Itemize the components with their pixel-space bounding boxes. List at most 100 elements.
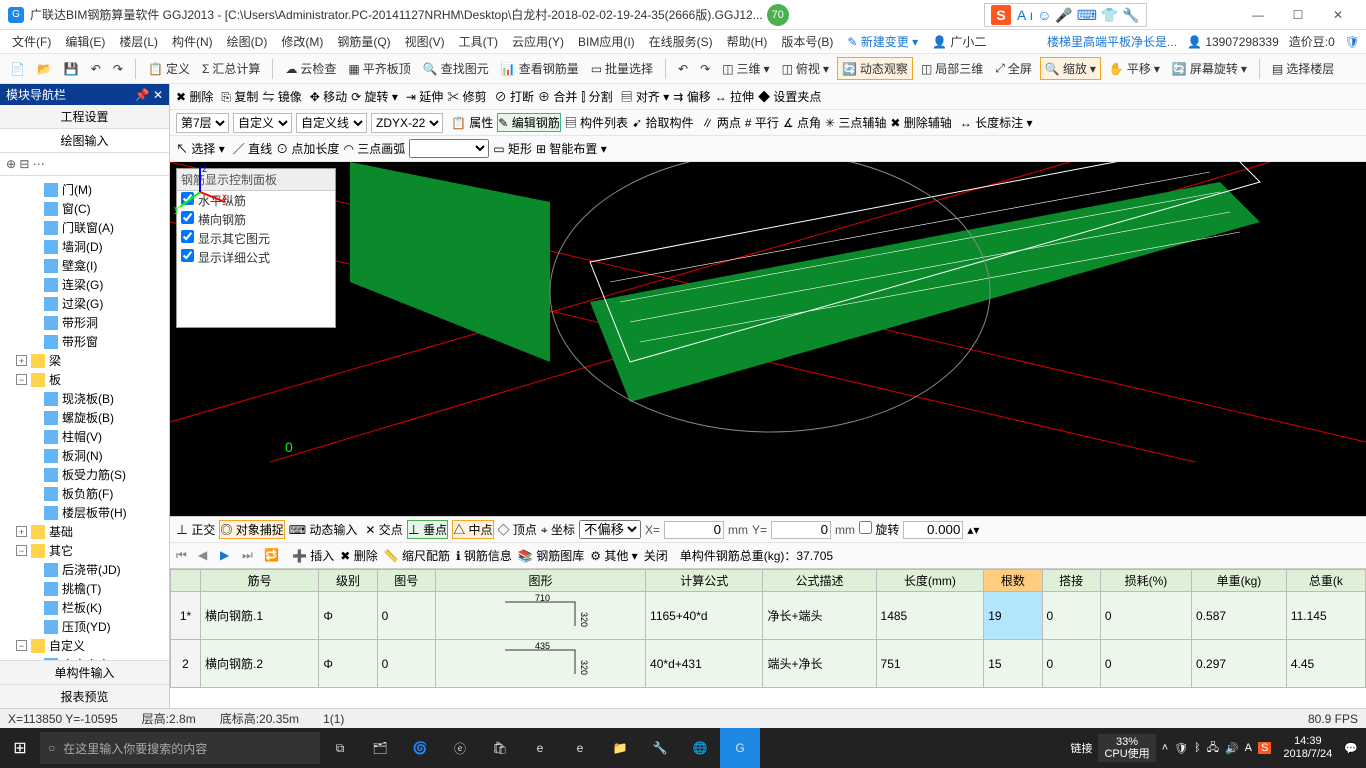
menu-help[interactable]: 帮助(H) bbox=[721, 31, 774, 52]
tree-item[interactable]: 墙洞(D) bbox=[2, 237, 167, 256]
taskbar-search[interactable]: ○ 在这里输入你要搜索的内容 bbox=[40, 732, 320, 764]
tray-notif-icon[interactable]: 💬 bbox=[1344, 742, 1358, 755]
zoom-button[interactable]: 🔍 缩放 ▾ bbox=[1040, 57, 1101, 80]
rebar-table-wrap[interactable]: 筋号级别图号图形计算公式公式描述长度(mm)根数搭接损耗(%)单重(kg)总重(… bbox=[170, 568, 1366, 708]
snap-vertex[interactable]: ◇ 顶点 bbox=[498, 521, 537, 538]
tree-item[interactable]: 板洞(N) bbox=[2, 446, 167, 465]
task-view-icon[interactable]: ⧉ bbox=[320, 728, 360, 768]
component-list-button[interactable]: ▤ 构件列表 bbox=[565, 114, 628, 131]
row-close[interactable]: 关闭 bbox=[644, 547, 668, 564]
tray-ime-icon[interactable]: S bbox=[1258, 742, 1271, 754]
rotate-stepper-icon[interactable]: ▴▾ bbox=[967, 523, 979, 537]
tray-cpu[interactable]: 33%CPU使用 bbox=[1098, 734, 1155, 762]
arc3-tool[interactable]: ◠ 三点画弧 bbox=[343, 140, 405, 157]
col-header[interactable]: 计算公式 bbox=[646, 570, 763, 592]
expand-icon[interactable]: + bbox=[16, 355, 27, 366]
expand-icon[interactable]: + bbox=[16, 526, 27, 537]
col-header[interactable]: 搭接 bbox=[1042, 570, 1100, 592]
ime-glyphs[interactable]: A ı ☺ 🎤 ⌨ 👕 🔧 bbox=[1017, 7, 1140, 24]
rotate-input[interactable] bbox=[903, 521, 963, 539]
table-row[interactable]: 1*横向钢筋.1Φ07103201165+40*d净长+端头148519000.… bbox=[171, 592, 1366, 640]
screen-rotate-button[interactable]: 🔄 屏幕旋转 ▾ bbox=[1168, 58, 1251, 79]
menu-edit[interactable]: 编辑(E) bbox=[59, 31, 111, 52]
snap-coord[interactable]: ⌖ 坐标 bbox=[541, 521, 575, 538]
row-lib[interactable]: 📚 钢筋图库 bbox=[518, 547, 584, 564]
tray-bt-icon[interactable]: ᛒ bbox=[1194, 742, 1201, 754]
menu-draw[interactable]: 绘图(D) bbox=[221, 31, 274, 52]
fullscreen-button[interactable]: ⤢ 全屏 bbox=[991, 58, 1036, 79]
delete-aux[interactable]: ✖ 删除辅轴 bbox=[890, 114, 951, 131]
stretch-button[interactable]: ↔ 拉伸 bbox=[715, 88, 754, 105]
dyn-input-toggle[interactable]: ⌨ 动态输入 bbox=[289, 521, 358, 538]
define-button[interactable]: 📋 定义 bbox=[144, 58, 194, 79]
category-select[interactable]: 自定义 bbox=[233, 113, 292, 133]
snap-perp[interactable]: ⊥ 垂点 bbox=[407, 520, 448, 539]
col-header[interactable]: 根数 bbox=[984, 570, 1042, 592]
task-edge-icon[interactable]: ⓔ bbox=[440, 728, 480, 768]
open-file-icon[interactable]: 📂 bbox=[33, 60, 56, 78]
menu-rebar[interactable]: 钢筋量(Q) bbox=[331, 31, 396, 52]
current-user[interactable]: 👤 广小二 bbox=[926, 31, 992, 52]
tree-toolbar[interactable]: ⊕ ⊟ ⋯ bbox=[0, 153, 169, 176]
maximize-button[interactable]: ☐ bbox=[1278, 1, 1318, 29]
task-explorer-icon[interactable]: 📁 bbox=[600, 728, 640, 768]
task-ggj-icon[interactable]: G bbox=[720, 728, 760, 768]
ortho-toggle[interactable]: ⊥ 正交 bbox=[176, 521, 215, 538]
tree-item[interactable]: −自定义 bbox=[2, 636, 167, 655]
opt-formula[interactable]: 显示详细公式 bbox=[177, 248, 335, 267]
col-header[interactable]: 单重(kg) bbox=[1192, 570, 1287, 592]
delete-button[interactable]: ✖ 删除 bbox=[176, 88, 213, 105]
task-app2-icon[interactable]: 🌀 bbox=[400, 728, 440, 768]
move-button[interactable]: ✥ 移动 bbox=[310, 88, 347, 105]
col-header[interactable]: 图形 bbox=[435, 570, 645, 592]
menu-floor[interactable]: 楼层(L) bbox=[113, 31, 164, 52]
row-delete[interactable]: ✖ 删除 bbox=[340, 547, 377, 564]
row-info[interactable]: ℹ 钢筋信息 bbox=[456, 547, 512, 564]
osnap-toggle[interactable]: ◎ 对象捕捉 bbox=[219, 520, 284, 539]
table-row[interactable]: 2横向钢筋.2Φ043532040*d+431端头+净长75115000.297… bbox=[171, 640, 1366, 688]
col-header[interactable]: 筋号 bbox=[201, 570, 319, 592]
rotate-check[interactable]: 旋转 bbox=[859, 521, 899, 538]
menu-bim[interactable]: BIM应用(I) bbox=[572, 31, 641, 52]
merge-button[interactable]: ⊕ 合并 bbox=[538, 88, 577, 105]
tab-single-input[interactable]: 单构件输入 bbox=[0, 660, 169, 684]
task-store-icon[interactable]: 🛍 bbox=[480, 728, 520, 768]
type-select[interactable]: 自定义线 bbox=[296, 113, 367, 133]
menu-file[interactable]: 文件(F) bbox=[6, 31, 57, 52]
edit-rebar-button[interactable]: ✎ 编辑钢筋 bbox=[497, 113, 560, 132]
start-button[interactable]: ⊞ bbox=[0, 728, 40, 768]
view-rebar-qty-button[interactable]: 📊 查看钢筋量 bbox=[497, 58, 583, 79]
minimize-button[interactable]: — bbox=[1238, 1, 1278, 29]
trim-button[interactable]: ✂ 修剪 bbox=[447, 88, 486, 105]
tree-item[interactable]: 带形窗 bbox=[2, 332, 167, 351]
tray-shield-icon[interactable]: 🛡 bbox=[1174, 742, 1188, 755]
ime-logo-icon[interactable]: S bbox=[991, 5, 1011, 25]
row-insert[interactable]: ➕ 插入 bbox=[292, 547, 334, 564]
task-tool-icon[interactable]: 🔧 bbox=[640, 728, 680, 768]
nav-play-icon[interactable]: ▶ bbox=[220, 548, 236, 564]
tree-item[interactable]: 后浇带(JD) bbox=[2, 560, 167, 579]
tree-item[interactable]: +梁 bbox=[2, 351, 167, 370]
opt-other[interactable]: 显示其它图元 bbox=[177, 229, 335, 248]
extend-button[interactable]: ⇥ 延伸 bbox=[406, 88, 443, 105]
smart-layout-tool[interactable]: ⊞ 智能布置 ▾ bbox=[536, 140, 607, 157]
row-other[interactable]: ⚙ 其他 ▾ bbox=[590, 547, 637, 564]
tree-item[interactable]: 过梁(G) bbox=[2, 294, 167, 313]
col-header[interactable]: 长度(mm) bbox=[876, 570, 984, 592]
mirror-button[interactable]: ⇋ 镜像 bbox=[262, 88, 301, 105]
parallel-aux[interactable]: # 平行 bbox=[745, 114, 779, 131]
coin-balance[interactable]: 造价豆:0 bbox=[1289, 33, 1335, 50]
tree-item[interactable]: 板受力筋(S) bbox=[2, 465, 167, 484]
tip-link[interactable]: 楼梯里高端平板净长是... bbox=[1047, 33, 1177, 50]
task-chrome-icon[interactable]: 🌐 bbox=[680, 728, 720, 768]
undo-icon[interactable]: ↶ bbox=[87, 60, 105, 78]
pin-icon[interactable]: 📌 bbox=[135, 88, 150, 102]
new-change-button[interactable]: ✎ 新建变更 ▾ bbox=[841, 31, 924, 52]
tree-item[interactable]: 楼层板带(H) bbox=[2, 503, 167, 522]
cloud-check-button[interactable]: ☁ 云检查 bbox=[281, 58, 340, 79]
two-point-aux[interactable]: ∥ 两点 bbox=[701, 114, 740, 131]
menu-cloud[interactable]: 云应用(Y) bbox=[506, 31, 570, 52]
redo2-icon[interactable]: ↷ bbox=[696, 60, 714, 78]
tri-aux[interactable]: ✳ 三点辅轴 bbox=[825, 114, 886, 131]
pan-button[interactable]: ✋ 平移 ▾ bbox=[1105, 58, 1164, 79]
